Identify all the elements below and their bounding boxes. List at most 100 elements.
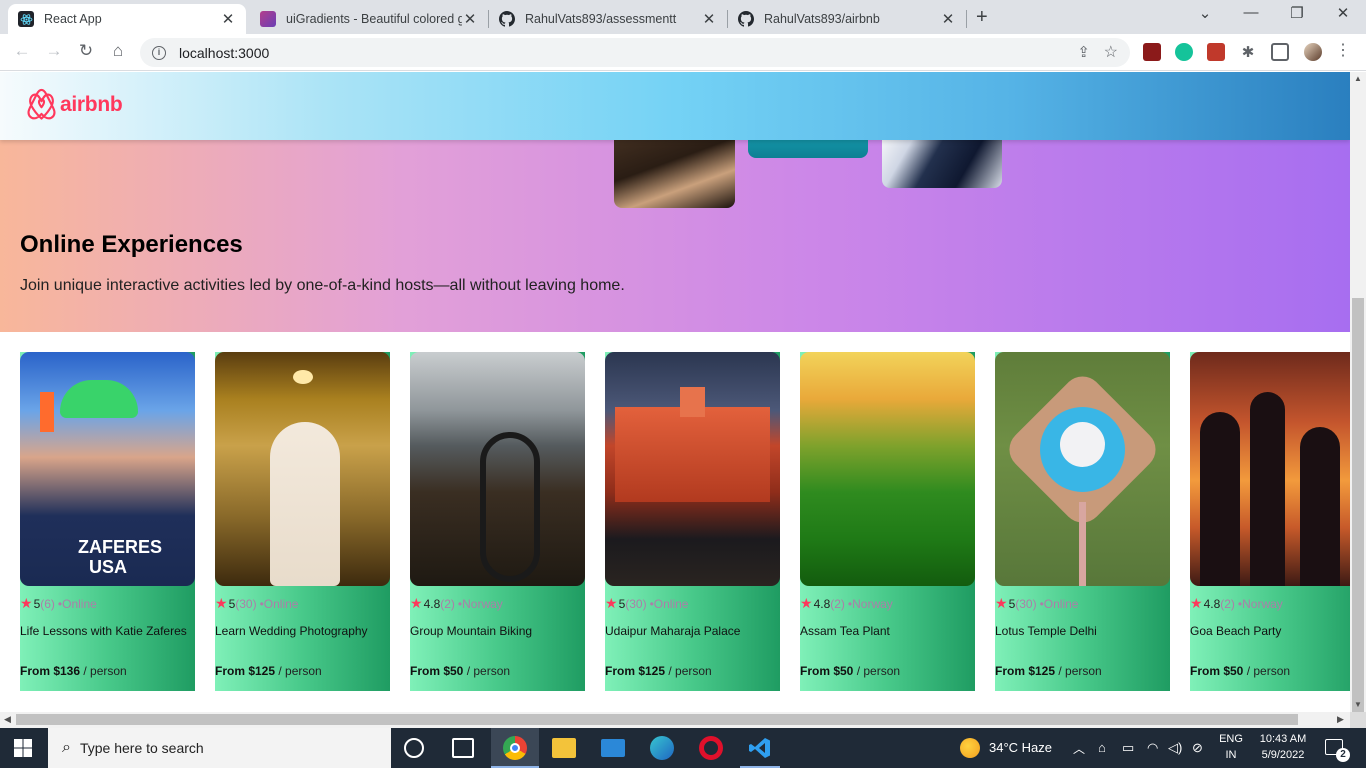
card-title[interactable]: Lotus Temple Delhi <box>995 624 1097 638</box>
clock-date[interactable]: 5/9/2022 <box>1251 749 1315 761</box>
volume-icon[interactable]: ◁) <box>1168 740 1182 756</box>
experience-card[interactable]: ★ 5 (30) • Online Udaipur Maharaja Palac… <box>605 352 780 691</box>
edge-icon[interactable] <box>650 736 674 760</box>
experience-card[interactable]: ★ 4.8 (2) • Norway Group Mountain Biking… <box>410 352 585 691</box>
card-location: Online <box>653 596 689 611</box>
experience-card[interactable]: ★ 5 (30) • Online Lotus Temple Delhi Fro… <box>995 352 1170 691</box>
card-price: From $125 / person <box>605 664 712 678</box>
experience-card[interactable]: ★ 4.8 (2) • Norway Assam Tea Plant From … <box>800 352 975 691</box>
meet-now-icon[interactable]: ⌂ <box>1098 740 1106 755</box>
card-title[interactable]: Udaipur Maharaja Palace <box>605 624 740 638</box>
swimmer-photo: ZAFERES USA <box>20 352 195 586</box>
vertical-scroll-thumb[interactable] <box>1352 298 1364 712</box>
restore-icon[interactable]: ❐ <box>1282 4 1312 22</box>
file-explorer-icon[interactable] <box>552 738 576 758</box>
minimize-icon[interactable]: — <box>1236 4 1266 21</box>
experience-card[interactable]: ★ 5 (30) • Online Learn Wedding Photogra… <box>215 352 390 691</box>
card-review-count: (30) <box>235 596 257 611</box>
card-review-count: (2) <box>830 596 845 611</box>
extension-red-icon[interactable] <box>1207 43 1225 61</box>
extension-off-icon[interactable] <box>1143 43 1161 61</box>
site-info-icon[interactable]: i <box>152 45 166 60</box>
reload-icon[interactable]: ↻ <box>74 41 98 61</box>
card-price-amount: From $125 <box>215 664 276 678</box>
vscode-icon[interactable] <box>748 736 772 760</box>
chrome-taskbar-icon[interactable] <box>503 736 527 760</box>
tab-title: RahulVats893/airbnb <box>764 12 880 26</box>
horizontal-scroll-thumb[interactable] <box>16 714 1298 725</box>
card-title[interactable]: Goa Beach Party <box>1190 624 1281 638</box>
close-tab-icon[interactable]: ✕ <box>701 10 717 28</box>
experience-card[interactable]: ZAFERES USA ★ 5 (6) • Online Life Lessons… <box>20 352 195 691</box>
tab-github-airbnb[interactable]: RahulVats893/airbnb ✕ <box>728 4 966 34</box>
card-price: From $136 / person <box>20 664 127 678</box>
experience-card[interactable]: ★ 4.8 (2) • Norway Goa Beach Party From … <box>1190 352 1350 691</box>
url-text[interactable]: localhost:3000 <box>179 45 269 61</box>
bride-photo <box>215 352 390 586</box>
tab-uigradients[interactable]: uiGradients - Beautiful colored gr ✕ <box>250 4 488 34</box>
card-rating: 5 <box>618 596 626 611</box>
card-price-amount: From $136 <box>20 664 81 678</box>
mail-icon[interactable] <box>601 739 625 757</box>
star-icon: ★ <box>800 595 813 611</box>
card-stats: ★ 5 (30) • Online <box>995 595 1078 612</box>
address-bar[interactable]: i localhost:3000 ⇪ ☆ <box>140 38 1130 67</box>
windows-start-icon[interactable] <box>14 739 32 757</box>
battery-icon[interactable]: ▭ <box>1122 740 1134 756</box>
taskbar-search-box[interactable]: ⌕ Type here to search <box>48 728 391 768</box>
close-tab-icon[interactable]: ✕ <box>462 10 478 28</box>
show-hidden-icons-chevron-icon[interactable]: ︿ <box>1073 740 1085 757</box>
task-view-icon[interactable] <box>452 738 474 758</box>
home-icon[interactable]: ⌂ <box>106 41 130 61</box>
close-tab-icon[interactable]: ✕ <box>220 10 236 28</box>
horizontal-scrollbar[interactable]: ◀ ▶ <box>0 712 1350 728</box>
scrollbar-corner <box>1350 712 1366 728</box>
card-title[interactable]: Assam Tea Plant <box>800 624 890 638</box>
close-tab-icon[interactable]: ✕ <box>940 10 956 28</box>
weather-haze-icon[interactable] <box>960 738 980 758</box>
new-tab-icon[interactable]: + <box>976 6 988 29</box>
forward-icon[interactable]: → <box>42 41 66 61</box>
clock-time[interactable]: 10:43 AM <box>1251 733 1315 745</box>
card-stats: ★ 5 (30) • Online <box>215 595 298 612</box>
card-rating: 4.8 <box>813 596 831 611</box>
network-offline-icon[interactable]: ⊘ <box>1192 740 1203 756</box>
tab-github-assessmentt[interactable]: RahulVats893/assessmentt ✕ <box>489 4 727 34</box>
scroll-down-icon[interactable]: ▼ <box>1354 700 1362 709</box>
tab-react-app[interactable]: React App ✕ <box>8 4 246 34</box>
card-price: From $50 / person <box>410 664 510 678</box>
experience-cards-row: ZAFERES USA ★ 5 (6) • Online Life Lessons… <box>20 352 1350 691</box>
airbnb-logo[interactable]: airbnb <box>26 88 123 121</box>
card-title[interactable]: Learn Wedding Photography <box>215 624 368 638</box>
taskbar-search-placeholder[interactable]: Type here to search <box>80 740 204 756</box>
card-review-count: (30) <box>1015 596 1037 611</box>
language-bottom[interactable]: IN <box>1216 749 1246 761</box>
cortana-icon[interactable] <box>404 738 424 758</box>
side-panel-icon[interactable] <box>1271 43 1289 61</box>
profile-avatar[interactable] <box>1304 43 1322 61</box>
card-price: From $50 / person <box>1190 664 1290 678</box>
bookmark-star-icon[interactable]: ☆ <box>1104 42 1118 62</box>
grammarly-icon[interactable] <box>1175 43 1193 61</box>
weather-text[interactable]: 34°C Haze <box>989 740 1052 755</box>
window-close-icon[interactable]: ✕ <box>1328 4 1358 22</box>
menu-kebab-icon[interactable]: ⋮ <box>1334 43 1352 61</box>
card-rating: 4.8 <box>423 596 441 611</box>
card-title[interactable]: Life Lessons with Katie Zaferes <box>20 624 187 638</box>
share-icon[interactable]: ⇪ <box>1077 43 1090 61</box>
search-icon: ⌕ <box>62 739 71 756</box>
back-icon[interactable]: ← <box>10 41 34 61</box>
card-price-unit: / person <box>1055 664 1102 678</box>
card-title[interactable]: Group Mountain Biking <box>410 624 532 638</box>
language-top[interactable]: ENG <box>1216 733 1246 745</box>
wifi-icon[interactable]: ◠ <box>1147 740 1158 756</box>
vertical-scrollbar[interactable]: ▲ ▼ <box>1350 72 1366 712</box>
scroll-right-icon[interactable]: ▶ <box>1337 714 1344 725</box>
tab-search-chevron-icon[interactable]: ⌄ <box>1190 4 1220 22</box>
card-price-unit: / person <box>853 664 901 678</box>
opera-icon[interactable] <box>699 736 723 760</box>
card-price: From $50 / person <box>800 664 900 678</box>
scroll-up-icon[interactable]: ▲ <box>1354 74 1362 83</box>
scroll-left-icon[interactable]: ◀ <box>4 714 11 725</box>
extensions-puzzle-icon[interactable]: ✱ <box>1239 43 1257 61</box>
